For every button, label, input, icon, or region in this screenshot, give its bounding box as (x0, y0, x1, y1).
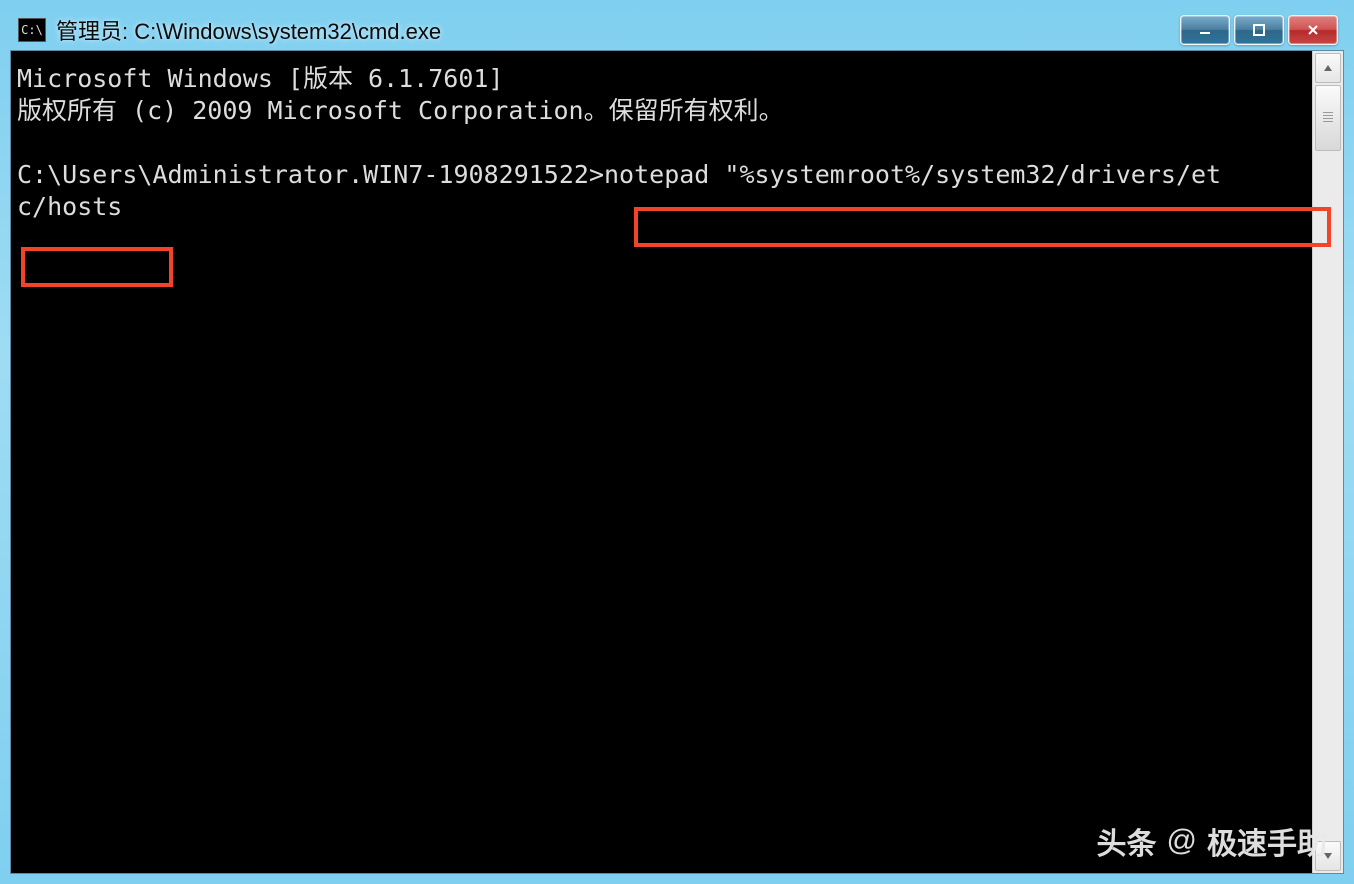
annotation-highlight-2 (21, 247, 173, 287)
minimize-icon (1198, 23, 1212, 37)
scroll-down-button[interactable] (1315, 841, 1341, 871)
window-title: 管理员: C:\Windows\system32\cmd.exe (56, 14, 1180, 46)
annotation-highlight-1 (634, 207, 1331, 247)
app-icon: C:\ (18, 18, 46, 42)
scroll-up-button[interactable] (1315, 53, 1341, 83)
scroll-thumb[interactable] (1315, 85, 1341, 151)
chevron-down-icon (1322, 850, 1334, 862)
command-text-part2: c/hosts (17, 192, 122, 221)
minimize-button[interactable] (1180, 15, 1230, 45)
maximize-icon (1252, 23, 1266, 37)
maximize-button[interactable] (1234, 15, 1284, 45)
vertical-scrollbar[interactable] (1312, 51, 1343, 873)
terminal-output[interactable]: Microsoft Windows [版本 6.1.7601] 版权所有 (c)… (11, 51, 1312, 873)
command-text-part1: notepad "%systemroot%/system32/drivers/e… (604, 160, 1221, 189)
close-icon (1306, 23, 1320, 37)
titlebar[interactable]: C:\ 管理员: C:\Windows\system32\cmd.exe (10, 10, 1344, 50)
console-client-area: Microsoft Windows [版本 6.1.7601] 版权所有 (c)… (10, 50, 1344, 874)
prompt: C:\Users\Administrator.WIN7-1908291522> (17, 160, 604, 189)
chevron-up-icon (1322, 62, 1334, 74)
close-button[interactable] (1288, 15, 1338, 45)
banner-line-1: Microsoft Windows [版本 6.1.7601] (17, 64, 504, 93)
banner-line-2: 版权所有 (c) 2009 Microsoft Corporation。保留所有… (17, 96, 784, 125)
